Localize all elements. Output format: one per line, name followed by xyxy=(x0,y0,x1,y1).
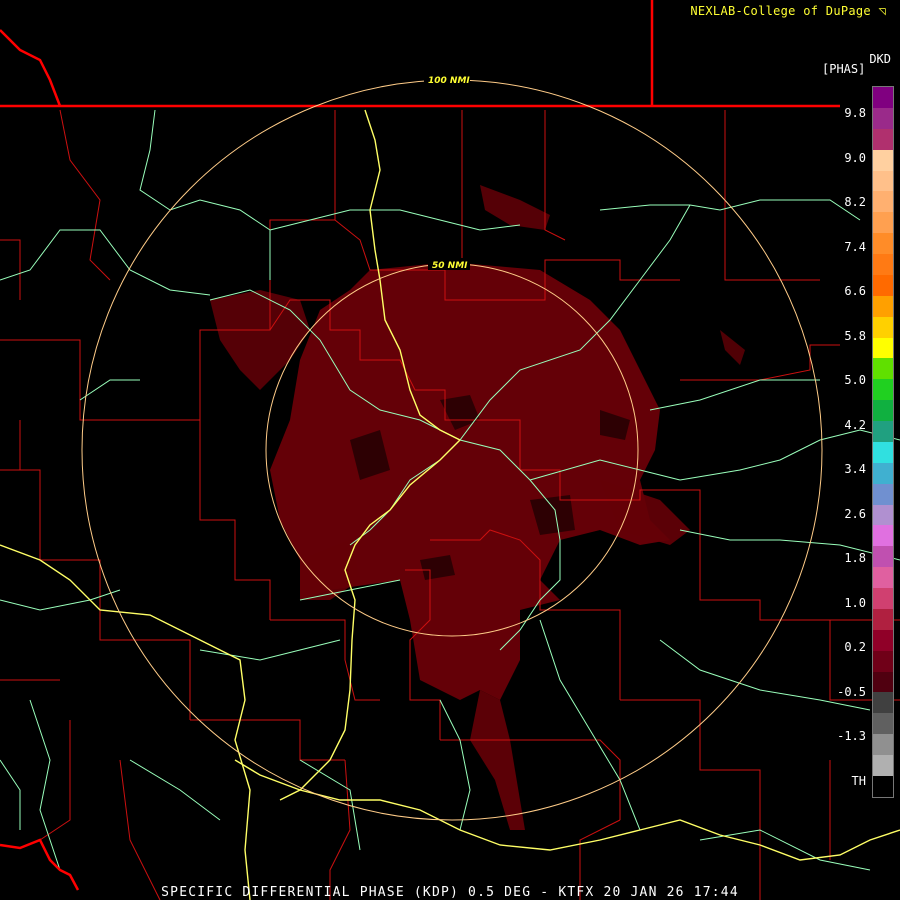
radar-map: 100 NMI 50 NMI xyxy=(0,0,900,900)
scale-swatch xyxy=(873,546,893,568)
scale-swatch xyxy=(873,483,893,505)
scale-swatch xyxy=(873,441,893,463)
scale-swatch xyxy=(873,337,893,359)
echo-north-patch xyxy=(480,185,550,230)
credit-label: NEXLAB-College of DuPage ◹ xyxy=(690,4,886,18)
scale-swatch xyxy=(873,87,893,108)
scale-label: -0.5 xyxy=(837,684,866,699)
scale-swatch xyxy=(873,421,893,442)
scale-swatch xyxy=(873,170,893,192)
scale-label: 4.2 xyxy=(844,417,866,432)
scale-swatch xyxy=(873,755,893,776)
scale-swatch xyxy=(873,316,893,338)
scale-swatch xyxy=(873,775,893,797)
scale-swatch xyxy=(873,713,893,735)
scale-swatch xyxy=(873,149,893,171)
scale-swatch xyxy=(873,379,893,401)
scale-swatch xyxy=(873,358,893,380)
north-border-step xyxy=(0,29,62,107)
color-scale-bar xyxy=(872,86,894,798)
scale-label: 7.4 xyxy=(844,239,866,254)
scale-swatch xyxy=(873,400,893,421)
ring-label-50: 50 NMI xyxy=(432,261,468,271)
product-caption: SPECIFIC DIFFERENTIAL PHASE (KDP) 0.5 DE… xyxy=(161,885,739,900)
scale-swatch xyxy=(873,650,893,672)
scale-swatch xyxy=(873,295,893,317)
scale-swatch xyxy=(873,567,893,588)
scale-swatch xyxy=(873,462,893,484)
scale-label: 0.2 xyxy=(844,640,866,654)
scale-label: 8.2 xyxy=(844,195,866,209)
scale-swatch xyxy=(873,504,893,526)
scale-label: TH xyxy=(851,773,866,788)
scale-swatch xyxy=(873,128,893,150)
scale-swatch xyxy=(873,191,893,213)
scale-label: 1.8 xyxy=(844,551,866,565)
scale-label: 9.8 xyxy=(844,106,866,120)
echo-ne-streak xyxy=(720,330,745,365)
ring-label-100: 100 NMI xyxy=(428,76,470,86)
product-code: DKD xyxy=(869,52,891,66)
idaho-border-sw xyxy=(0,838,80,891)
scale-swatch xyxy=(873,629,893,651)
echo-west-arm xyxy=(210,290,310,390)
scale-label: 5.8 xyxy=(844,328,866,343)
scale-label: 9.0 xyxy=(844,150,866,165)
scale-label: 2.6 xyxy=(844,506,866,521)
scale-label: 3.4 xyxy=(844,462,866,476)
scale-swatch xyxy=(873,107,893,129)
echo-returns xyxy=(210,185,745,830)
scale-swatch xyxy=(873,254,893,275)
scale-label: 6.6 xyxy=(844,284,866,298)
scale-swatch xyxy=(873,525,893,547)
highway-i90-east xyxy=(234,759,900,861)
scale-swatch xyxy=(873,233,893,254)
scale-label: 1.0 xyxy=(844,595,866,610)
scale-swatch xyxy=(873,608,893,630)
product-unit: [PHAS] xyxy=(822,62,866,76)
scale-swatch xyxy=(873,734,893,755)
scale-swatch xyxy=(873,692,893,714)
scale-label: -1.3 xyxy=(837,729,866,743)
scale-swatch xyxy=(873,274,893,296)
echo-south-tail xyxy=(470,690,525,830)
scale-swatch xyxy=(873,212,893,234)
scale-swatch xyxy=(873,588,893,609)
scale-swatch xyxy=(873,671,893,693)
scale-label: 5.0 xyxy=(844,373,866,387)
